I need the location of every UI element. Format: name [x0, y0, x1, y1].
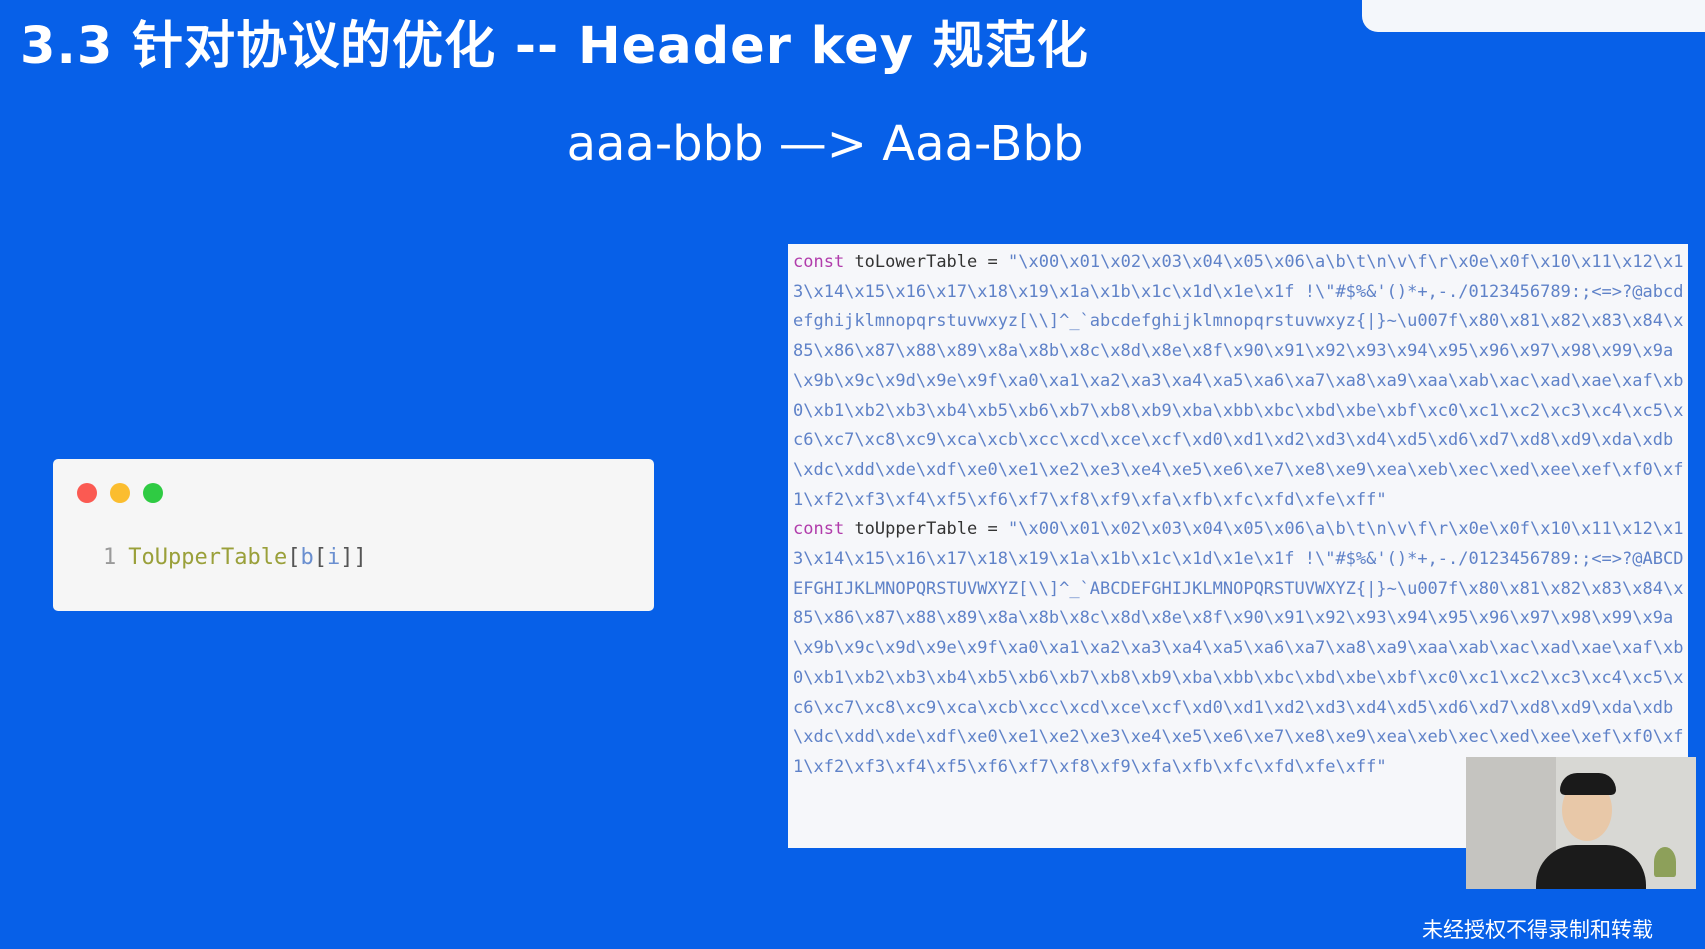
line-number: 1 [103, 545, 117, 570]
keyword-const: const [793, 519, 845, 540]
lower-table-name: toLowerTable [854, 252, 978, 272]
assign-operator: = [987, 252, 998, 272]
assign-operator: = [987, 519, 998, 540]
lower-table-statement: const toLowerTable = "\x00\x01\x02\x03\x… [793, 252, 1684, 510]
variable-i: i [326, 545, 341, 570]
function-name: ToUpperTable [128, 545, 288, 570]
slide-title: 3.3 针对协议的优化 -- Header key 规范化 [20, 17, 1089, 76]
bracket-close: ]] [340, 545, 367, 570]
lower-table-value: "\x00\x01\x02\x03\x04\x05\x06\a\b\t\n\v\… [793, 252, 1684, 510]
upper-table-name: toUpperTable [854, 519, 978, 540]
presenter-hair [1560, 773, 1616, 795]
variable-b: b [300, 545, 314, 570]
code-line: 1 ToUpperTable[b[i]] [103, 545, 367, 570]
presenter-body [1536, 845, 1646, 889]
slide-subtitle: aaa-bbb —> Aaa-Bbb [566, 116, 1084, 172]
top-toolbar-tab [1362, 0, 1705, 32]
window-minimize-dot [110, 483, 130, 503]
code-block: const toLowerTable = "\x00\x01\x02\x03\x… [788, 244, 1688, 783]
copyright-watermark: 未经授权不得录制和转载 [1422, 918, 1653, 942]
upper-table-value: "\x00\x01\x02\x03\x04\x05\x06\a\b\t\n\v\… [793, 519, 1684, 777]
plant-icon [1654, 847, 1676, 877]
code-snippet-window: 1 ToUpperTable[b[i]] [53, 459, 654, 611]
window-maximize-dot [143, 483, 163, 503]
bracket-open-outer: [ [287, 545, 301, 570]
webcam-overlay [1466, 757, 1696, 889]
bracket-open-inner: [ [313, 545, 327, 570]
window-close-dot [77, 483, 97, 503]
upper-table-statement: const toUpperTable = "\x00\x01\x02\x03\x… [793, 519, 1684, 777]
keyword-const: const [793, 252, 845, 272]
